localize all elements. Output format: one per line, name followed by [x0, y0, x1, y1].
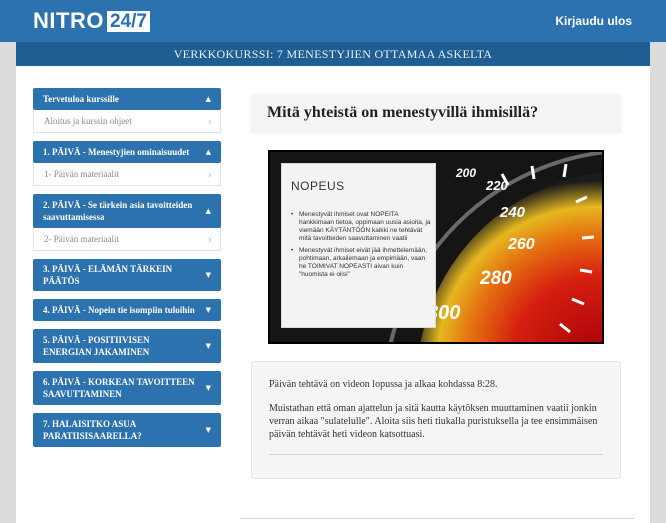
caret-down-icon: ▼ — [205, 342, 211, 350]
slide-title: NOPEUS — [291, 179, 345, 193]
divider — [240, 518, 634, 519]
lesson-label: Aloitus ja kurssin ohjeet — [44, 116, 132, 126]
caret-up-icon: ▲ — [205, 95, 211, 103]
presentation-slide: NOPEUS Menestyvät ihmiset ovat NOPEITA h… — [281, 163, 436, 328]
lesson-content: Mitä yhteistä on menestyvillä ihmisillä? — [251, 94, 621, 479]
module-title: 7. HALAISITKO ASUA PARATIISISAARELLA? — [43, 419, 142, 441]
divider — [269, 454, 603, 455]
chevron-right-icon: › — [207, 168, 212, 181]
module-day-7: 7. HALAISITKO ASUA PARATIISISAARELLA? ▼ — [33, 413, 221, 447]
module-header-day-1[interactable]: 1. PÄIVÄ - Menestyjien ominaisuudet ▲ — [33, 141, 221, 163]
module-title: 2. PÄIVÄ - Se tärkein asia tavoitteiden … — [43, 200, 193, 222]
logo-text: NITRO — [33, 8, 104, 33]
slide-bullet: Menestyvät ihmiset ovat NOPEITA hankkima… — [291, 211, 431, 243]
task-paragraph: Päivän tehtävä on videon lopussa ja alka… — [269, 379, 498, 390]
module-welcome: Tervetuloa kurssille ▲ Aloitus ja kurssi… — [33, 88, 221, 133]
module-header-day-2[interactable]: 2. PÄIVÄ - Se tärkein asia tavoitteiden … — [33, 194, 221, 228]
module-title: Tervetuloa kurssille — [43, 94, 119, 104]
module-header-day-4[interactable]: 4. PÄIVÄ - Nopein tie isompiin tuloihin … — [33, 299, 221, 321]
module-title: 3. PÄIVÄ - ELÄMÄN TÄRKEIN PÄÄTÖS — [43, 264, 173, 286]
lesson-link-intro[interactable]: Aloitus ja kurssin ohjeet › — [33, 110, 221, 133]
course-sidebar: Tervetuloa kurssille ▲ Aloitus ja kurssi… — [33, 88, 221, 455]
module-title: 6. PÄIVÄ - KORKEAN TAVOITTEEN SAAVUTTAMI… — [43, 377, 195, 399]
caret-down-icon: ▼ — [205, 271, 211, 279]
gauge-label: 200 — [456, 166, 477, 180]
module-title: 1. PÄIVÄ - Menestyjien ominaisuudet — [43, 147, 190, 157]
task-paragraph: Muistathan että oman ajattelun ja sitä k… — [269, 403, 598, 440]
lesson-link-day-1[interactable]: 1- Päivän materiaalit › — [33, 163, 221, 186]
gauge-label: 220 — [486, 178, 508, 193]
task-card: Päivän tehtävä on videon lopussa ja alka… — [251, 361, 621, 479]
module-day-2: 2. PÄIVÄ - Se tärkein asia tavoitteiden … — [33, 194, 221, 251]
module-day-6: 6. PÄIVÄ - KORKEAN TAVOITTEEN SAAVUTTAMI… — [33, 371, 221, 405]
course-title-bar: VERKKOKURSSI: 7 MENESTYJIEN OTTAMAA ASKE… — [16, 42, 650, 66]
caret-down-icon: ▼ — [205, 384, 211, 392]
caret-down-icon: ▼ — [205, 426, 211, 434]
lesson-label: 2- Päivän materiaalit — [44, 234, 119, 244]
module-day-3: 3. PÄIVÄ - ELÄMÄN TÄRKEIN PÄÄTÖS ▼ — [33, 259, 221, 291]
top-bar: NITRO 24/7 Kirjaudu ulos — [0, 0, 666, 42]
slide-bullet: Menestyvät ihmiset eivät jää ihmettelemä… — [291, 247, 431, 279]
lesson-link-day-2[interactable]: 2- Päivän materiaalit › — [33, 228, 221, 251]
module-header-day-7[interactable]: 7. HALAISITKO ASUA PARATIISISAARELLA? ▼ — [33, 413, 221, 447]
video-player[interactable]: 200 220 240 260 280 300 NOPEUS Menestyvä… — [268, 150, 604, 344]
module-day-5: 5. PÄIVÄ - POSITIIVISEN ENERGIAN JAKAMIN… — [33, 329, 221, 363]
module-title: 4. PÄIVÄ - Nopein tie isompiin tuloihin — [43, 305, 195, 315]
module-header-welcome[interactable]: Tervetuloa kurssille ▲ — [33, 88, 221, 110]
gauge-label: 280 — [480, 268, 512, 289]
caret-down-icon: ▼ — [205, 306, 211, 314]
logout-link[interactable]: Kirjaudu ulos — [555, 14, 632, 28]
chevron-right-icon: › — [207, 233, 212, 246]
slide-bullets: Menestyvät ihmiset ovat NOPEITA hankkima… — [291, 211, 431, 283]
caret-up-icon: ▲ — [205, 148, 211, 156]
module-day-1: 1. PÄIVÄ - Menestyjien ominaisuudet ▲ 1-… — [33, 141, 221, 186]
lesson-title: Mitä yhteistä on menestyvillä ihmisillä? — [267, 104, 539, 121]
module-day-4: 4. PÄIVÄ - Nopein tie isompiin tuloihin … — [33, 299, 221, 321]
nitro-logo[interactable]: NITRO 24/7 — [33, 10, 150, 32]
module-title: 5. PÄIVÄ - POSITIIVISEN ENERGIAN JAKAMIN… — [43, 335, 150, 357]
lesson-title-card: Mitä yhteistä on menestyvillä ihmisillä? — [251, 94, 621, 132]
module-header-day-3[interactable]: 3. PÄIVÄ - ELÄMÄN TÄRKEIN PÄÄTÖS ▼ — [33, 259, 221, 291]
gauge-label: 260 — [508, 236, 535, 253]
module-header-day-5[interactable]: 5. PÄIVÄ - POSITIIVISEN ENERGIAN JAKAMIN… — [33, 329, 221, 363]
caret-up-icon: ▲ — [205, 207, 211, 215]
lesson-label: 1- Päivän materiaalit — [44, 169, 119, 179]
module-header-day-6[interactable]: 6. PÄIVÄ - KORKEAN TAVOITTEEN SAAVUTTAMI… — [33, 371, 221, 405]
logo-box: 24/7 — [106, 10, 150, 32]
gauge-label: 240 — [500, 204, 526, 221]
chevron-right-icon: › — [207, 115, 212, 128]
